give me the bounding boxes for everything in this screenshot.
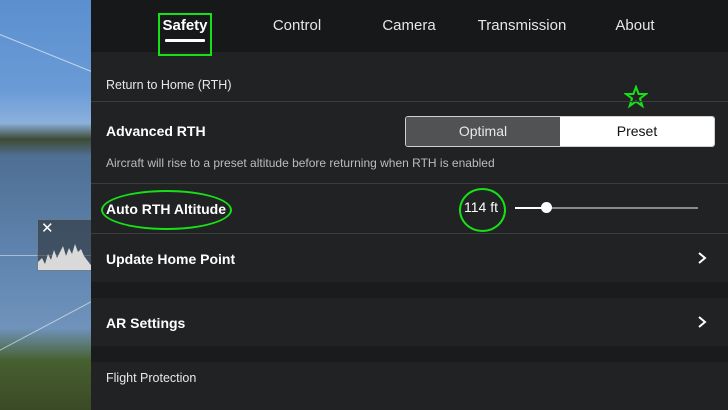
histogram-widget: ✕ (37, 219, 91, 271)
tab-control[interactable]: Control (266, 0, 328, 52)
altitude-label-highlight (101, 190, 232, 230)
section-gap (91, 282, 728, 298)
guide-line (0, 30, 91, 84)
histogram-graph (38, 244, 91, 270)
divider (91, 101, 728, 102)
divider (91, 183, 728, 184)
safety-tab-highlight (158, 13, 212, 56)
chevron-right-icon (698, 252, 707, 264)
camera-live-view: ✕ (0, 0, 91, 410)
rth-option-preset[interactable]: Preset (560, 117, 714, 146)
rth-section-title: Return to Home (RTH) (106, 78, 232, 92)
star-icon (624, 85, 648, 109)
altitude-value-highlight (459, 188, 506, 232)
altitude-slider-thumb[interactable] (541, 202, 552, 213)
tab-transmission[interactable]: Transmission (474, 0, 570, 52)
advanced-rth-label: Advanced RTH (106, 123, 206, 139)
update-home-point-label: Update Home Point (106, 251, 236, 267)
altitude-slider[interactable] (515, 202, 698, 213)
update-home-point-row[interactable]: Update Home Point (91, 234, 728, 282)
histogram-close-icon[interactable]: ✕ (41, 221, 54, 237)
guide-line (0, 289, 91, 356)
tab-about[interactable]: About (611, 0, 659, 52)
chevron-right-icon (698, 316, 707, 328)
rth-description: Aircraft will rise to a preset altitude … (106, 156, 495, 170)
settings-panel: Safety Control Camera Transmission About… (91, 0, 728, 410)
rth-option-optimal[interactable]: Optimal (406, 117, 560, 146)
advanced-rth-mode-selector: Optimal Preset (405, 116, 715, 147)
ar-settings-row[interactable]: AR Settings (91, 298, 728, 346)
tab-camera[interactable]: Camera (378, 0, 440, 52)
flight-protection-section-title: Flight Protection (106, 371, 197, 385)
ar-settings-label: AR Settings (106, 315, 186, 331)
section-gap (91, 346, 728, 362)
